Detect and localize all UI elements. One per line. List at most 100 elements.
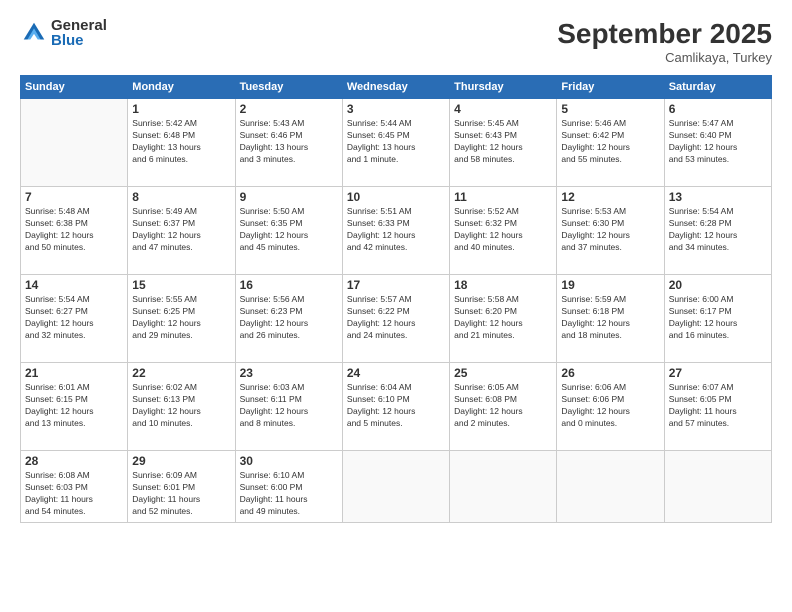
calendar-cell: 6 Sunrise: 5:47 AM Sunset: 6:40 PM Daylig… — [664, 99, 771, 187]
day-number: 18 — [454, 278, 552, 292]
day-info: Sunrise: 6:04 AM Sunset: 6:10 PM Dayligh… — [347, 382, 445, 430]
day-number: 24 — [347, 366, 445, 380]
day-info: Sunrise: 5:57 AM Sunset: 6:22 PM Dayligh… — [347, 294, 445, 342]
calendar-cell: 4 Sunrise: 5:45 AM Sunset: 6:43 PM Daylig… — [450, 99, 557, 187]
day-number: 25 — [454, 366, 552, 380]
day-info: Sunrise: 6:10 AM Sunset: 6:00 PM Dayligh… — [240, 470, 338, 518]
day-number: 10 — [347, 190, 445, 204]
calendar-cell: 20Sunrise: 6:00 AM Sunset: 6:17 PM Dayli… — [664, 275, 771, 363]
day-number: 5 — [561, 102, 659, 116]
calendar-cell: 24 Sunrise: 6:04 AM Sunset: 6:10 PM Dayli… — [342, 363, 449, 451]
calendar-week-row: 1 Sunrise: 5:42 AM Sunset: 6:48 PM Daylig… — [21, 99, 772, 187]
day-number: 16 — [240, 278, 338, 292]
day-number: 28 — [25, 454, 123, 468]
calendar-week-row: 21 Sunrise: 6:01 AM Sunset: 6:15 PM Dayli… — [21, 363, 772, 451]
calendar-cell: 22Sunrise: 6:02 AM Sunset: 6:13 PM Dayli… — [128, 363, 235, 451]
calendar-cell: 26 Sunrise: 6:06 AM Sunset: 6:06 PM Dayli… — [557, 363, 664, 451]
calendar-cell: 21 Sunrise: 6:01 AM Sunset: 6:15 PM Dayli… — [21, 363, 128, 451]
calendar-cell: 1 Sunrise: 5:42 AM Sunset: 6:48 PM Daylig… — [128, 99, 235, 187]
calendar-cell: 29 Sunrise: 6:09 AM Sunset: 6:01 PM Dayli… — [128, 451, 235, 523]
day-info: Sunrise: 5:47 AM Sunset: 6:40 PM Dayligh… — [669, 118, 767, 166]
day-info: Sunrise: 5:54 AM Sunset: 6:27 PM Dayligh… — [25, 294, 123, 342]
day-info: Sunrise: 6:09 AM Sunset: 6:01 PM Dayligh… — [132, 470, 230, 518]
calendar-week-row: 14 Sunrise: 5:54 AM Sunset: 6:27 PM Dayli… — [21, 275, 772, 363]
weekday-header-sunday: Sunday — [21, 76, 128, 99]
day-info: Sunrise: 6:08 AM Sunset: 6:03 PM Dayligh… — [25, 470, 123, 518]
header: General Blue September 2025 Camlikaya, T… — [20, 18, 772, 65]
calendar-cell: 14 Sunrise: 5:54 AM Sunset: 6:27 PM Dayli… — [21, 275, 128, 363]
day-info: Sunrise: 5:45 AM Sunset: 6:43 PM Dayligh… — [454, 118, 552, 166]
weekday-header-thursday: Thursday — [450, 76, 557, 99]
day-number: 13 — [669, 190, 767, 204]
title-block: September 2025 Camlikaya, Turkey — [557, 18, 772, 65]
weekday-header-friday: Friday — [557, 76, 664, 99]
calendar-cell: 13 Sunrise: 5:54 AM Sunset: 6:28 PM Dayli… — [664, 187, 771, 275]
day-number: 26 — [561, 366, 659, 380]
day-info: Sunrise: 5:50 AM Sunset: 6:35 PM Dayligh… — [240, 206, 338, 254]
weekday-header-wednesday: Wednesday — [342, 76, 449, 99]
calendar-cell: 3 Sunrise: 5:44 AM Sunset: 6:45 PM Daylig… — [342, 99, 449, 187]
day-number: 21 — [25, 366, 123, 380]
calendar-cell: 11 Sunrise: 5:52 AM Sunset: 6:32 PM Dayli… — [450, 187, 557, 275]
day-number: 19 — [561, 278, 659, 292]
month-title: September 2025 — [557, 18, 772, 50]
day-info: Sunrise: 5:52 AM Sunset: 6:32 PM Dayligh… — [454, 206, 552, 254]
logo: General Blue — [20, 18, 107, 48]
day-info: Sunrise: 5:51 AM Sunset: 6:33 PM Dayligh… — [347, 206, 445, 254]
day-number: 30 — [240, 454, 338, 468]
calendar-cell: 23Sunrise: 6:03 AM Sunset: 6:11 PM Dayli… — [235, 363, 342, 451]
calendar-cell: 30 Sunrise: 6:10 AM Sunset: 6:00 PM Dayli… — [235, 451, 342, 523]
day-number: 1 — [132, 102, 230, 116]
weekday-header-row: SundayMondayTuesdayWednesdayThursdayFrid… — [21, 76, 772, 99]
day-info: Sunrise: 5:43 AM Sunset: 6:46 PM Dayligh… — [240, 118, 338, 166]
day-info: Sunrise: 5:53 AM Sunset: 6:30 PM Dayligh… — [561, 206, 659, 254]
calendar-cell: 16Sunrise: 5:56 AM Sunset: 6:23 PM Dayli… — [235, 275, 342, 363]
day-info: Sunrise: 6:01 AM Sunset: 6:15 PM Dayligh… — [25, 382, 123, 430]
calendar-cell: 8 Sunrise: 5:49 AM Sunset: 6:37 PM Daylig… — [128, 187, 235, 275]
calendar-cell — [664, 451, 771, 523]
page: General Blue September 2025 Camlikaya, T… — [0, 0, 792, 612]
calendar-cell: 17 Sunrise: 5:57 AM Sunset: 6:22 PM Dayli… — [342, 275, 449, 363]
day-number: 3 — [347, 102, 445, 116]
day-number: 29 — [132, 454, 230, 468]
day-number: 2 — [240, 102, 338, 116]
calendar-week-row: 28 Sunrise: 6:08 AM Sunset: 6:03 PM Dayli… — [21, 451, 772, 523]
day-info: Sunrise: 5:54 AM Sunset: 6:28 PM Dayligh… — [669, 206, 767, 254]
calendar-cell: 2 Sunrise: 5:43 AM Sunset: 6:46 PM Daylig… — [235, 99, 342, 187]
calendar-cell — [342, 451, 449, 523]
day-number: 4 — [454, 102, 552, 116]
day-number: 22 — [132, 366, 230, 380]
calendar-cell — [557, 451, 664, 523]
day-info: Sunrise: 5:58 AM Sunset: 6:20 PM Dayligh… — [454, 294, 552, 342]
logo-text: General Blue — [51, 18, 107, 48]
calendar-cell — [21, 99, 128, 187]
day-number: 8 — [132, 190, 230, 204]
day-info: Sunrise: 5:44 AM Sunset: 6:45 PM Dayligh… — [347, 118, 445, 166]
day-number: 20 — [669, 278, 767, 292]
day-number: 23 — [240, 366, 338, 380]
calendar-week-row: 7Sunrise: 5:48 AM Sunset: 6:38 PM Daylig… — [21, 187, 772, 275]
calendar-cell: 25Sunrise: 6:05 AM Sunset: 6:08 PM Dayli… — [450, 363, 557, 451]
calendar-cell: 28 Sunrise: 6:08 AM Sunset: 6:03 PM Dayli… — [21, 451, 128, 523]
day-number: 17 — [347, 278, 445, 292]
calendar-cell: 9 Sunrise: 5:50 AM Sunset: 6:35 PM Daylig… — [235, 187, 342, 275]
day-info: Sunrise: 5:48 AM Sunset: 6:38 PM Dayligh… — [25, 206, 123, 254]
day-number: 11 — [454, 190, 552, 204]
day-info: Sunrise: 5:49 AM Sunset: 6:37 PM Dayligh… — [132, 206, 230, 254]
day-number: 12 — [561, 190, 659, 204]
day-number: 6 — [669, 102, 767, 116]
calendar-cell: 12 Sunrise: 5:53 AM Sunset: 6:30 PM Dayli… — [557, 187, 664, 275]
calendar-cell: 27 Sunrise: 6:07 AM Sunset: 6:05 PM Dayli… — [664, 363, 771, 451]
weekday-header-monday: Monday — [128, 76, 235, 99]
day-info: Sunrise: 6:07 AM Sunset: 6:05 PM Dayligh… — [669, 382, 767, 430]
weekday-header-saturday: Saturday — [664, 76, 771, 99]
day-number: 27 — [669, 366, 767, 380]
day-number: 9 — [240, 190, 338, 204]
day-info: Sunrise: 6:06 AM Sunset: 6:06 PM Dayligh… — [561, 382, 659, 430]
calendar-cell: 19Sunrise: 5:59 AM Sunset: 6:18 PM Dayli… — [557, 275, 664, 363]
day-info: Sunrise: 5:42 AM Sunset: 6:48 PM Dayligh… — [132, 118, 230, 166]
calendar-cell: 5Sunrise: 5:46 AM Sunset: 6:42 PM Daylig… — [557, 99, 664, 187]
day-number: 14 — [25, 278, 123, 292]
calendar-cell: 10 Sunrise: 5:51 AM Sunset: 6:33 PM Dayli… — [342, 187, 449, 275]
calendar-cell — [450, 451, 557, 523]
